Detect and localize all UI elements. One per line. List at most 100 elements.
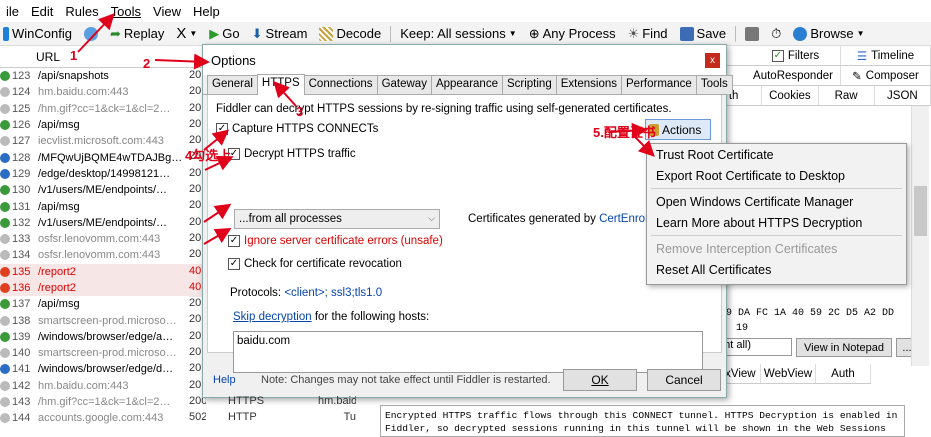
session-result-code: 502 <box>189 411 206 424</box>
table-row[interactable]: 135/report2 <box>0 263 206 280</box>
session-host: hm.baid <box>318 395 356 407</box>
skip-decryption-row: Skip decryption for the following hosts: <box>233 311 430 323</box>
session-url: /v1/users/ME/endpoints/… <box>38 184 168 197</box>
tab-composer[interactable]: ✎ Composer <box>841 66 931 85</box>
table-row[interactable]: 127 iecvlist.microsoft.com:443 <box>0 133 206 149</box>
tab-tools[interactable]: Tools <box>695 75 733 94</box>
tab-scripting[interactable]: Scripting <box>501 75 557 94</box>
session-url: /hm.gif?cc=1&ck=1&cl=2… <box>38 396 171 409</box>
stream-icon: ⬇ <box>251 25 263 41</box>
scrollbar[interactable] <box>911 106 929 366</box>
stream-button[interactable]: ⬇ Stream <box>249 26 311 42</box>
cancel-button[interactable]: Cancel <box>647 369 721 391</box>
tab-filters[interactable]: ✓ Filters <box>751 46 841 65</box>
session-url: /api/msg <box>38 298 80 311</box>
menu-export-root-certificate[interactable]: Export Root Certificate to Desktop <box>647 165 906 186</box>
table-row[interactable]: 139/windows/browser/edge/a… <box>0 329 206 345</box>
tab-extensions[interactable]: Extensions <box>555 75 622 94</box>
table-row[interactable]: 144 accounts.google.com:443 <box>0 410 206 426</box>
comment-button[interactable] <box>81 26 101 41</box>
tab-general[interactable]: General <box>207 75 258 94</box>
session-number: 124 <box>12 86 31 99</box>
tab-webview[interactable]: WebView <box>761 364 816 383</box>
sessions-rows: 123/api/snapshots 124 hm.baidu.com:443 125/… <box>0 68 206 427</box>
column-url[interactable]: URL <box>36 50 206 64</box>
help-link[interactable]: Help <box>213 374 236 386</box>
ok-button[interactable]: OK <box>563 369 637 391</box>
table-row[interactable]: 123/api/snapshots <box>0 68 206 84</box>
replay-button[interactable]: ➦ Replay <box>107 26 167 42</box>
tab-connections[interactable]: Connections <box>303 75 378 94</box>
menu-tools[interactable]: Tools <box>105 4 147 19</box>
session-status-icon <box>0 71 10 82</box>
table-row[interactable]: 140 smartscreen-prod.microso… <box>0 345 206 361</box>
go-button[interactable]: ▶ Go <box>206 26 242 42</box>
session-status-icon <box>0 234 10 245</box>
menu-edit[interactable]: Edit <box>25 4 59 19</box>
check-revocation-checkbox[interactable]: ✓ Check for certificate revocation <box>228 258 402 270</box>
session-status-icon <box>0 185 10 196</box>
table-row[interactable]: 133 osfsr.lenovomm.com:443 <box>0 231 206 247</box>
tab-gateway[interactable]: Gateway <box>376 75 432 94</box>
menu-trust-root-certificate[interactable]: Trust Root Certificate <box>647 144 906 165</box>
menu-rules[interactable]: Rules <box>59 4 104 19</box>
table-row[interactable]: 125/hm.gif?cc=1&ck=1&cl=2… <box>0 101 206 117</box>
view-in-notepad-button[interactable]: View in Notepad <box>796 338 892 357</box>
session-number: 141 <box>12 363 31 376</box>
ignore-cert-errors-checkbox[interactable]: ✓ Ignore server certificate errors (unsaf… <box>228 235 443 247</box>
tab-json[interactable]: JSON <box>875 86 931 105</box>
table-row[interactable]: 129/edge/desktop/14998121… <box>0 166 206 182</box>
session-status-icon <box>0 331 10 342</box>
tab-performance[interactable]: Performance <box>621 75 697 94</box>
menu-view[interactable]: View <box>147 4 187 19</box>
process-filter-select[interactable]: ...from all processes ⌵ <box>234 209 440 229</box>
table-row[interactable]: 131/api/msg <box>0 198 206 214</box>
session-status-icon <box>0 201 10 212</box>
table-row[interactable]: 138 smartscreen-prod.microso… <box>0 312 206 328</box>
table-row[interactable]: 137/api/msg <box>0 296 206 312</box>
menu-help[interactable]: Help <box>187 4 226 19</box>
table-row[interactable]: 141/windows/browser/edge/d… <box>0 361 206 377</box>
tab-timeline[interactable]: ☰ Timeline <box>841 46 931 65</box>
check-icon: ✓ <box>228 258 240 270</box>
menu-bar: ile Edit Rules Tools View Help <box>0 0 931 22</box>
table-row[interactable]: 134 osfsr.lenovomm.com:443 <box>0 247 206 263</box>
table-row[interactable]: 124 hm.baidu.com:443 <box>0 84 206 100</box>
tab-appearance[interactable]: Appearance <box>430 75 503 94</box>
tab-raw[interactable]: Raw <box>819 86 875 105</box>
decrypt-https-checkbox[interactable]: ✓ Decrypt HTTPS traffic <box>228 148 356 160</box>
save-button[interactable]: Save <box>677 26 730 41</box>
menu-learn-more[interactable]: Learn More about HTTPS Decryption <box>647 212 906 233</box>
hex-line: F9 DA FC 1A 40 59 2C D5 A2 DD <box>720 308 895 319</box>
find-button[interactable]: ☀ Find <box>625 26 671 42</box>
chevron-down-icon: ⌵ <box>428 213 435 223</box>
capture-https-checkbox[interactable]: ✓ Capture HTTPS CONNECTs <box>216 123 378 135</box>
screenshot-button[interactable] <box>742 26 762 41</box>
winconfig-button[interactable]: WinConfig <box>0 26 75 41</box>
tab-auth[interactable]: Auth <box>816 364 871 383</box>
any-process-button[interactable]: ⊕ Any Process <box>526 26 619 42</box>
remove-button[interactable]: X ▼ <box>173 25 200 42</box>
skip-decryption-link[interactable]: Skip decryption <box>233 311 312 323</box>
browse-button[interactable]: Browse ▼ <box>790 26 867 41</box>
table-row[interactable]: 132/v1/users/ME/endpoints/… <box>0 215 206 231</box>
close-button[interactable]: x <box>705 53 720 68</box>
table-row[interactable]: 143/hm.gif?cc=1&ck=1&cl=2… <box>0 394 206 410</box>
table-row[interactable]: 136/report2 <box>0 279 206 297</box>
table-row[interactable]: 130/v1/users/ME/endpoints/… <box>0 182 206 198</box>
log-line: Fiddler, so decrypted sessions running i… <box>385 423 886 434</box>
keep-sessions-dropdown[interactable]: Keep: All sessions ▼ <box>397 26 519 41</box>
tab-autoresponder[interactable]: AutoResponder <box>746 66 841 85</box>
table-row[interactable]: 142 hm.baidu.com:443 <box>0 378 206 394</box>
menu-open-cert-manager[interactable]: Open Windows Certificate Manager <box>647 191 906 212</box>
timer-button[interactable]: ⏱ <box>768 26 784 42</box>
menu-reset-all-certificates[interactable]: Reset All Certificates <box>647 259 906 280</box>
table-row[interactable]: 126/api/msg <box>0 117 206 133</box>
decode-button[interactable]: Decode <box>316 26 384 41</box>
table-row[interactable]: 128/MFQwUjBQME4wTDAJBg… <box>0 149 206 165</box>
menu-file[interactable]: ile <box>0 4 25 19</box>
session-url: /hm.gif?cc=1&ck=1&cl=2… <box>38 102 171 115</box>
tab-https[interactable]: HTTPS <box>256 74 305 95</box>
session-url: iecvlist.microsoft.com:443 <box>38 135 164 148</box>
tab-cookies[interactable]: Cookies <box>762 86 819 105</box>
